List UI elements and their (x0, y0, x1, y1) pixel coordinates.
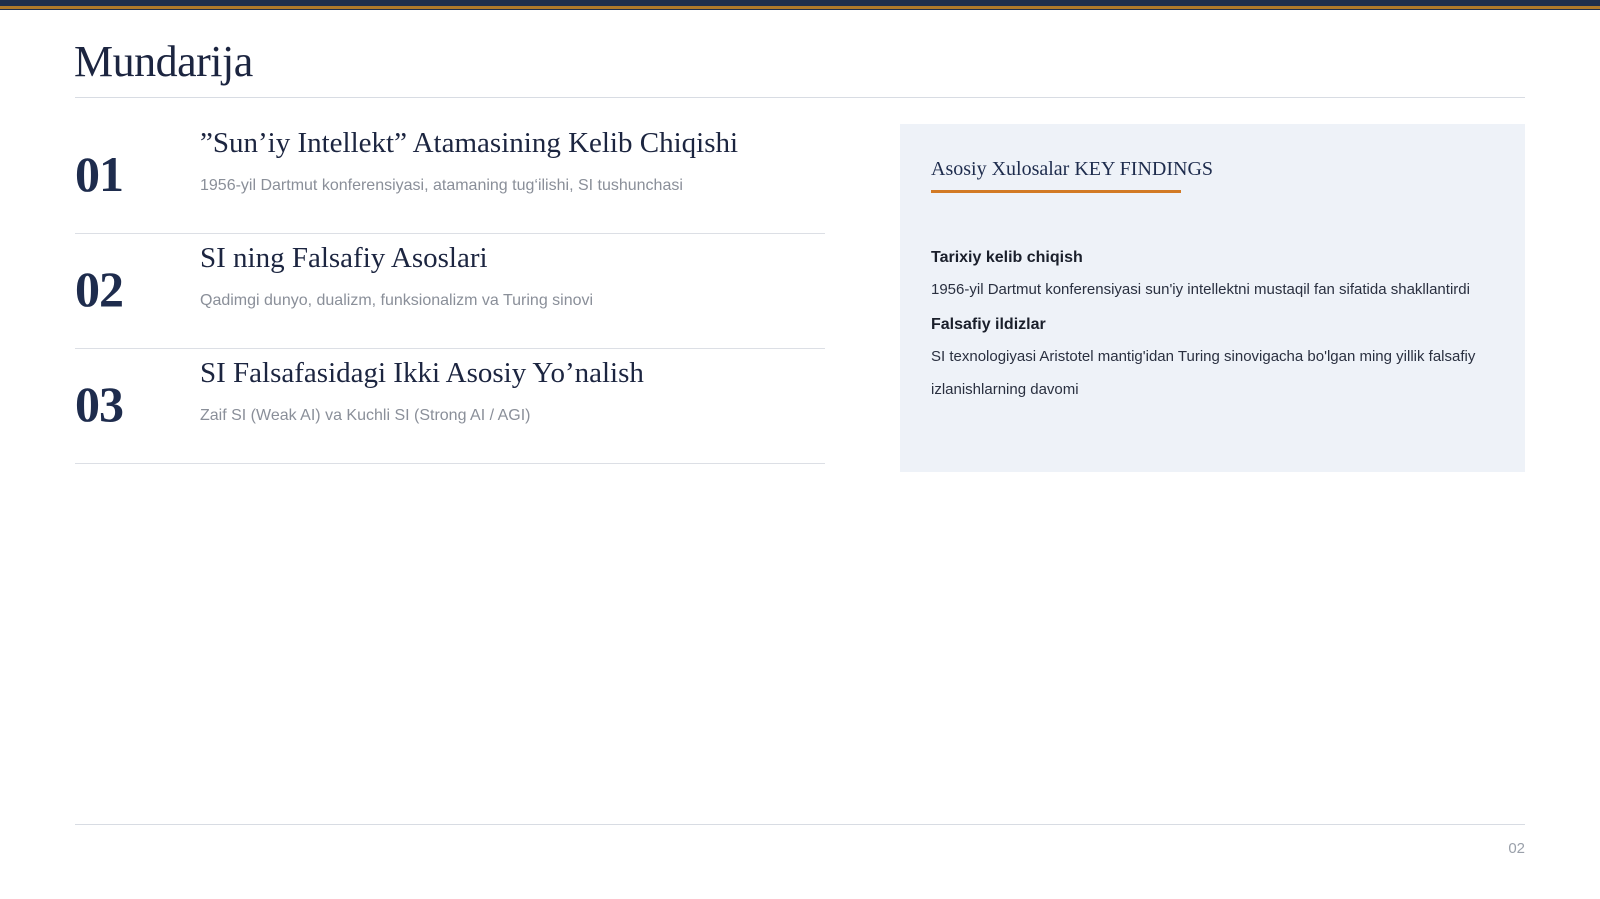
key-findings-panel: Asosiy Xulosalar KEY FINDINGS Tarixiy ke… (900, 124, 1525, 472)
toc-subtitle: 1956-yil Dartmut konferensiyasi, atamani… (200, 177, 683, 194)
title-divider (75, 97, 1525, 98)
toc-title: SI ning Falsafiy Asoslari (200, 242, 488, 274)
toc-number: 02 (75, 261, 124, 317)
toc-item-02[interactable]: 02 SI ning Falsafiy Asoslari Qadimgi dun… (75, 234, 825, 349)
finding-heading: Falsafiy ildizlar (931, 316, 1046, 333)
toc-item-03[interactable]: 03 SI Falsafasidagi Ikki Asosiy Yo’nalis… (75, 349, 825, 464)
page-number: 02 (1508, 840, 1525, 857)
toc-subtitle: Qadimgi dunyo, dualizm, funksionalizm va… (200, 292, 594, 309)
key-findings-underline (931, 190, 1181, 193)
toc-title: SI Falsafasidagi Ikki Asosiy Yo’nalish (200, 357, 644, 389)
footer-divider (75, 824, 1525, 825)
page-title: Mundarija (74, 37, 253, 86)
key-findings-title: Asosiy Xulosalar KEY FINDINGS (931, 158, 1214, 180)
finding-item: Falsafiy ildizlar SI texnologiyasi Arist… (931, 314, 1494, 406)
top-accent-line (0, 6, 1600, 9)
table-of-contents: 01 ”Sun’iy Intellekt” Atamasining Kelib … (75, 119, 825, 464)
toc-title: ”Sun’iy Intellekt” Atamasining Kelib Chi… (200, 127, 739, 159)
finding-text: 1956-yil Dartmut konferensiyasi sun'iy i… (931, 281, 1470, 298)
toc-item-01[interactable]: 01 ”Sun’iy Intellekt” Atamasining Kelib … (75, 119, 825, 234)
finding-heading: Tarixiy kelib chiqish (931, 249, 1083, 266)
finding-text: SI texnologiyasi Aristotel mantig'idan T… (931, 348, 1476, 398)
toc-number: 03 (75, 376, 124, 432)
toc-subtitle: Zaif SI (Weak AI) va Kuchli SI (Strong A… (200, 407, 531, 424)
toc-number: 01 (75, 146, 124, 202)
finding-item: Tarixiy kelib chiqish 1956-yil Dartmut k… (931, 247, 1494, 306)
